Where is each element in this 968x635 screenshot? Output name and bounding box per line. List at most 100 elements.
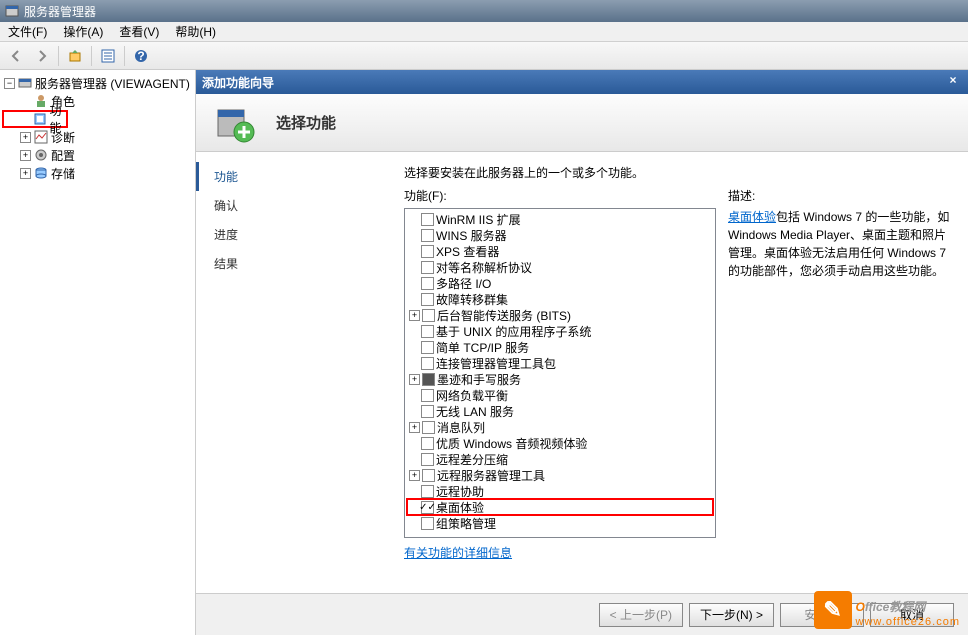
prev-button[interactable]: < 上一步(P) bbox=[599, 603, 683, 627]
svg-text:?: ? bbox=[137, 49, 144, 63]
feature-item[interactable]: 故障转移群集 bbox=[407, 291, 713, 307]
feature-item[interactable]: 简单 TCP/IP 服务 bbox=[407, 339, 713, 355]
expand-icon[interactable]: + bbox=[409, 310, 420, 321]
wizard-content: 选择要安装在此服务器上的一个或多个功能。 功能(F): WinRM IIS 扩展… bbox=[396, 152, 968, 593]
step-confirm[interactable]: 确认 bbox=[196, 191, 396, 220]
next-button[interactable]: 下一步(N) > bbox=[689, 603, 774, 627]
storage-icon bbox=[33, 165, 49, 181]
expand-icon[interactable]: + bbox=[409, 374, 420, 385]
checkbox[interactable] bbox=[421, 517, 434, 530]
expand-icon[interactable]: + bbox=[409, 470, 420, 481]
feature-item[interactable]: + 远程服务器管理工具 bbox=[407, 467, 713, 483]
step-features[interactable]: 功能 bbox=[196, 162, 396, 191]
feature-label: 对等名称解析协议 bbox=[436, 259, 532, 276]
checkbox[interactable] bbox=[421, 485, 434, 498]
checkbox[interactable] bbox=[421, 245, 434, 258]
features-listbox[interactable]: WinRM IIS 扩展WINS 服务器XPS 查看器对等名称解析协议多路径 I… bbox=[404, 208, 716, 538]
checkbox[interactable] bbox=[421, 325, 434, 338]
config-icon bbox=[33, 147, 49, 163]
checkbox[interactable] bbox=[421, 405, 434, 418]
checkbox[interactable] bbox=[422, 469, 435, 482]
up-button[interactable] bbox=[63, 44, 87, 68]
menu-file[interactable]: 文件(F) bbox=[4, 21, 51, 42]
feature-item[interactable]: 优质 Windows 音频视频体验 bbox=[407, 435, 713, 451]
expand-icon[interactable]: + bbox=[20, 132, 31, 143]
feature-item[interactable]: WINS 服务器 bbox=[407, 227, 713, 243]
menu-view[interactable]: 查看(V) bbox=[115, 21, 163, 42]
expand-icon[interactable]: + bbox=[20, 168, 31, 179]
checkbox[interactable] bbox=[422, 309, 435, 322]
feature-label: 远程服务器管理工具 bbox=[437, 467, 545, 484]
checkbox[interactable] bbox=[421, 389, 434, 402]
dialog-heading: 选择功能 bbox=[276, 112, 336, 133]
dialog-title: 添加功能向导 bbox=[202, 74, 274, 91]
description-label: 描述: bbox=[728, 187, 956, 204]
feature-label: 后台智能传送服务 (BITS) bbox=[437, 307, 571, 324]
feature-item[interactable]: 连接管理器管理工具包 bbox=[407, 355, 713, 371]
forward-button[interactable] bbox=[30, 44, 54, 68]
checkbox[interactable] bbox=[421, 357, 434, 370]
tree-storage-label: 存储 bbox=[51, 165, 75, 182]
help-button[interactable]: ? bbox=[129, 44, 153, 68]
feature-item[interactable]: 基于 UNIX 的应用程序子系统 bbox=[407, 323, 713, 339]
separator bbox=[91, 46, 92, 66]
feature-label: 优质 Windows 音频视频体验 bbox=[436, 435, 587, 452]
more-info-link[interactable]: 有关功能的详细信息 bbox=[404, 544, 716, 561]
properties-button[interactable] bbox=[96, 44, 120, 68]
tree-config-label: 配置 bbox=[51, 147, 75, 164]
feature-label: 连接管理器管理工具包 bbox=[436, 355, 556, 372]
checkbox[interactable] bbox=[421, 437, 434, 450]
feature-item[interactable]: 远程协助 bbox=[407, 483, 713, 499]
feature-item[interactable]: 组策略管理 bbox=[407, 515, 713, 531]
dialog-titlebar: 添加功能向导 × bbox=[196, 70, 968, 94]
feature-item[interactable]: 无线 LAN 服务 bbox=[407, 403, 713, 419]
feature-item[interactable]: +消息队列 bbox=[407, 419, 713, 435]
checkbox[interactable] bbox=[422, 373, 435, 386]
description-link[interactable]: 桌面体验 bbox=[728, 210, 776, 224]
tree-storage[interactable]: + 存储 bbox=[2, 164, 195, 182]
step-progress[interactable]: 进度 bbox=[196, 220, 396, 249]
watermark-url: www.office26.com bbox=[856, 616, 960, 628]
checkbox[interactable] bbox=[421, 277, 434, 290]
checkbox[interactable] bbox=[421, 261, 434, 274]
checkbox[interactable]: ✓ bbox=[421, 501, 434, 514]
menubar: 文件(F) 操作(A) 查看(V) 帮助(H) bbox=[0, 22, 968, 42]
content-prompt: 选择要安装在此服务器上的一个或多个功能。 bbox=[404, 164, 956, 181]
menu-action[interactable]: 操作(A) bbox=[59, 21, 107, 42]
tree-root-label: 服务器管理器 (VIEWAGENT) bbox=[35, 75, 190, 92]
expand-icon[interactable]: − bbox=[4, 78, 15, 89]
features-icon bbox=[32, 111, 48, 127]
feature-label: 网络负载平衡 bbox=[436, 387, 508, 404]
tree-diagnostics[interactable]: + 诊断 bbox=[2, 128, 195, 146]
step-results[interactable]: 结果 bbox=[196, 249, 396, 278]
feature-item[interactable]: ✓桌面体验 bbox=[407, 499, 713, 515]
tree-root[interactable]: − 服务器管理器 (VIEWAGENT) bbox=[2, 74, 195, 92]
menu-help[interactable]: 帮助(H) bbox=[171, 21, 220, 42]
feature-item[interactable]: 网络负载平衡 bbox=[407, 387, 713, 403]
feature-item[interactable]: 对等名称解析协议 bbox=[407, 259, 713, 275]
close-button[interactable]: × bbox=[944, 73, 962, 91]
server-icon bbox=[17, 75, 33, 91]
feature-item[interactable]: 远程差分压缩 bbox=[407, 451, 713, 467]
feature-item[interactable]: WinRM IIS 扩展 bbox=[407, 211, 713, 227]
checkbox[interactable] bbox=[422, 421, 435, 434]
feature-item[interactable]: XPS 查看器 bbox=[407, 243, 713, 259]
expand-icon[interactable]: + bbox=[409, 422, 420, 433]
feature-label: 多路径 I/O bbox=[436, 275, 491, 292]
feature-label: 远程差分压缩 bbox=[436, 451, 508, 468]
checkbox[interactable] bbox=[421, 293, 434, 306]
checkbox[interactable] bbox=[421, 229, 434, 242]
diagnostics-icon bbox=[33, 129, 49, 145]
checkbox[interactable] bbox=[421, 453, 434, 466]
feature-item[interactable]: +墨迹和手写服务 bbox=[407, 371, 713, 387]
app-icon bbox=[4, 3, 20, 19]
feature-item[interactable]: 多路径 I/O bbox=[407, 275, 713, 291]
back-button[interactable] bbox=[4, 44, 28, 68]
tree-features[interactable]: 功能 bbox=[2, 110, 68, 128]
tree-roles[interactable]: 角色 bbox=[2, 92, 195, 110]
checkbox[interactable] bbox=[421, 341, 434, 354]
expand-icon[interactable]: + bbox=[20, 150, 31, 161]
checkbox[interactable] bbox=[421, 213, 434, 226]
feature-item[interactable]: + 后台智能传送服务 (BITS) bbox=[407, 307, 713, 323]
tree-config[interactable]: + 配置 bbox=[2, 146, 195, 164]
